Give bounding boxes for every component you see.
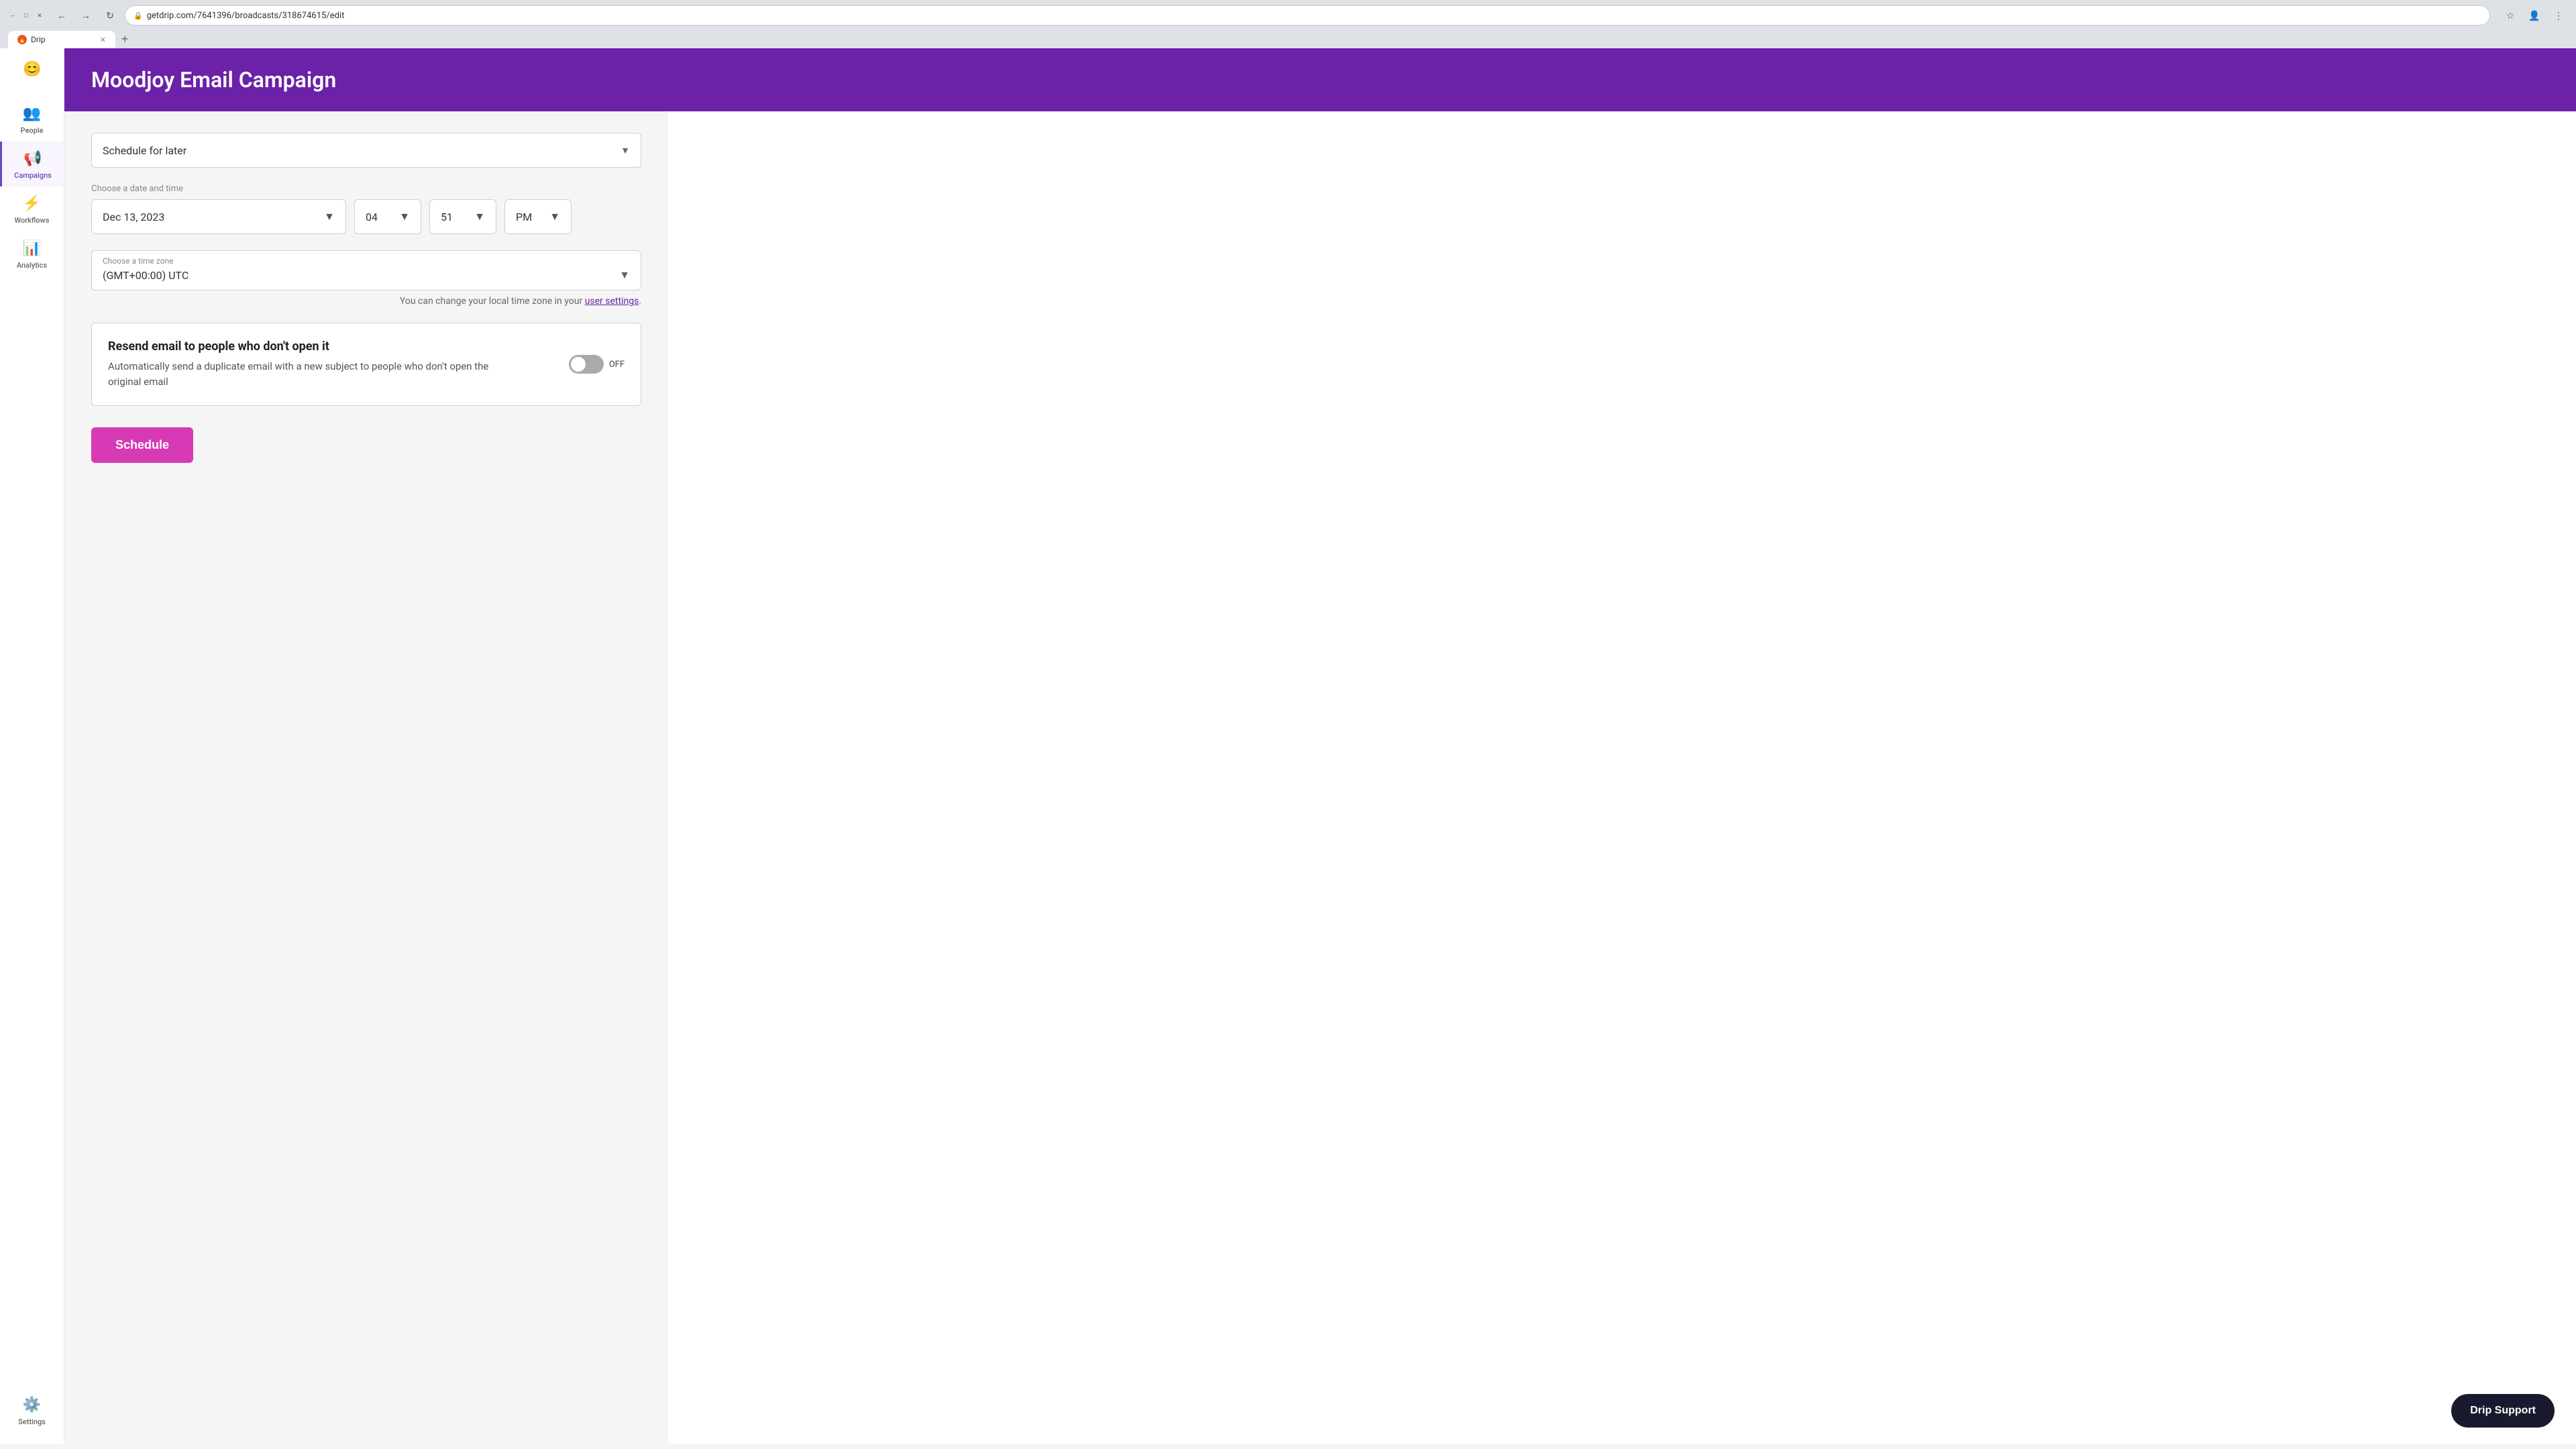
minute-picker[interactable]: 51 ▼: [429, 199, 496, 234]
sidebar-bottom: ⚙️ Settings: [0, 1388, 64, 1444]
page-header: Moodjoy Email Campaign: [64, 48, 2576, 111]
lock-icon: 🔒: [133, 11, 143, 20]
date-value: Dec 13, 2023: [103, 211, 164, 223]
toggle-container: OFF: [569, 355, 625, 374]
toggle-label: OFF: [609, 360, 625, 370]
date-picker-chevron: ▼: [324, 210, 335, 223]
ampm-picker-chevron: ▼: [549, 210, 560, 223]
datetime-row: Dec 13, 2023 ▼ 04 ▼ 51 ▼ PM ▼: [91, 199, 641, 234]
window-controls: – □ ✕: [8, 11, 44, 20]
date-picker[interactable]: Dec 13, 2023 ▼: [91, 199, 346, 234]
tab-close-button[interactable]: ✕: [100, 36, 106, 44]
timezone-note-text: You can change your local time zone in y…: [400, 296, 582, 307]
tab-favicon: 🔥: [17, 35, 27, 44]
minute-picker-chevron: ▼: [474, 210, 485, 223]
extensions-button[interactable]: ⋮: [2549, 6, 2568, 25]
forward-button[interactable]: →: [76, 6, 95, 25]
resend-description: Automatically send a duplicate email wit…: [108, 359, 524, 389]
sidebar-item-people[interactable]: 👥 People: [0, 97, 64, 142]
address-bar[interactable]: 🔒 getdrip.com/7641396/broadcasts/3186746…: [125, 5, 2490, 25]
timezone-chevron: ▼: [619, 268, 630, 282]
analytics-icon: 📊: [22, 238, 42, 258]
drip-logo-icon: 😊: [19, 56, 46, 83]
sidebar-item-workflows-label: Workflows: [15, 216, 50, 225]
settings-icon: ⚙️: [22, 1395, 42, 1415]
hour-picker[interactable]: 04 ▼: [354, 199, 421, 234]
browser-controls: – □ ✕ ← → ↻ 🔒 getdrip.com/7641396/broadc…: [8, 5, 2568, 25]
tab-title: Drip: [31, 35, 46, 44]
hour-picker-chevron: ▼: [399, 210, 410, 223]
maximize-button[interactable]: □: [21, 11, 31, 20]
sidebar-item-campaigns[interactable]: 📢 Campaigns: [0, 142, 64, 186]
sidebar-item-settings-label: Settings: [18, 1417, 46, 1426]
profile-button[interactable]: 👤: [2525, 6, 2544, 25]
main-content: Moodjoy Email Campaign Schedule for late…: [64, 48, 2576, 1444]
timezone-label: Choose a time zone: [92, 251, 641, 266]
ampm-value: PM: [516, 211, 532, 223]
campaigns-icon: 📢: [23, 148, 43, 168]
schedule-dropdown-chevron: ▼: [621, 145, 630, 156]
back-button[interactable]: ←: [52, 6, 71, 25]
resend-title: Resend email to people who don't open it: [108, 339, 524, 354]
timezone-note-end: .: [639, 296, 641, 307]
sidebar-item-analytics[interactable]: 📊 Analytics: [0, 231, 64, 276]
schedule-dropdown-value: Schedule for later: [103, 144, 186, 157]
minimize-button[interactable]: –: [8, 11, 17, 20]
drip-support-button[interactable]: Drip Support: [2451, 1394, 2555, 1428]
new-tab-button[interactable]: +: [115, 30, 134, 48]
browser-actions: ☆ 👤 ⋮: [2501, 6, 2568, 25]
sidebar-item-settings[interactable]: ⚙️ Settings: [0, 1388, 64, 1433]
bookmark-button[interactable]: ☆: [2501, 6, 2520, 25]
sidebar: 😊 👥 People 📢 Campaigns ⚡ Workflows 📊 Ana…: [0, 48, 64, 1444]
people-icon: 👥: [22, 103, 42, 123]
sidebar-item-people-label: People: [21, 126, 44, 135]
datetime-section: Choose a date and time Dec 13, 2023 ▼ 04…: [91, 184, 641, 234]
minute-value: 51: [441, 211, 453, 223]
active-tab[interactable]: 🔥 Drip ✕: [8, 31, 115, 48]
app-container: 😊 👥 People 📢 Campaigns ⚡ Workflows 📊 Ana…: [0, 48, 2576, 1444]
schedule-dropdown[interactable]: Schedule for later ▼: [91, 133, 641, 168]
sidebar-item-analytics-label: Analytics: [17, 261, 47, 270]
timezone-container: Choose a time zone (GMT+00:00) UTC ▼: [91, 250, 641, 290]
resend-toggle[interactable]: [569, 355, 604, 374]
page-title: Moodjoy Email Campaign: [91, 67, 2549, 93]
url-text: getdrip.com/7641396/broadcasts/318674615…: [147, 11, 345, 21]
sidebar-item-campaigns-label: Campaigns: [14, 171, 52, 180]
resend-card: Resend email to people who don't open it…: [91, 323, 641, 406]
datetime-section-label: Choose a date and time: [91, 184, 641, 194]
svg-text:😊: 😊: [23, 60, 41, 78]
timezone-value: (GMT+00:00) UTC: [103, 269, 189, 282]
user-settings-link[interactable]: user settings: [585, 296, 639, 307]
sidebar-logo: 😊: [16, 54, 48, 86]
sidebar-item-workflows[interactable]: ⚡ Workflows: [0, 186, 64, 231]
timezone-note: You can change your local time zone in y…: [91, 296, 641, 307]
tab-bar: 🔥 Drip ✕ +: [8, 30, 2568, 48]
refresh-button[interactable]: ↻: [101, 6, 119, 25]
resend-content: Resend email to people who don't open it…: [108, 339, 524, 389]
hour-value: 04: [366, 211, 378, 223]
browser-chrome: – □ ✕ ← → ↻ 🔒 getdrip.com/7641396/broadc…: [0, 0, 2576, 48]
ampm-picker[interactable]: PM ▼: [504, 199, 572, 234]
schedule-button[interactable]: Schedule: [91, 427, 193, 463]
timezone-section: Choose a time zone (GMT+00:00) UTC ▼ You…: [91, 250, 641, 307]
close-button[interactable]: ✕: [35, 11, 44, 20]
timezone-dropdown[interactable]: (GMT+00:00) UTC ▼: [92, 266, 641, 290]
content-area: Schedule for later ▼ Choose a date and t…: [64, 111, 668, 1444]
workflows-icon: ⚡: [22, 193, 42, 213]
